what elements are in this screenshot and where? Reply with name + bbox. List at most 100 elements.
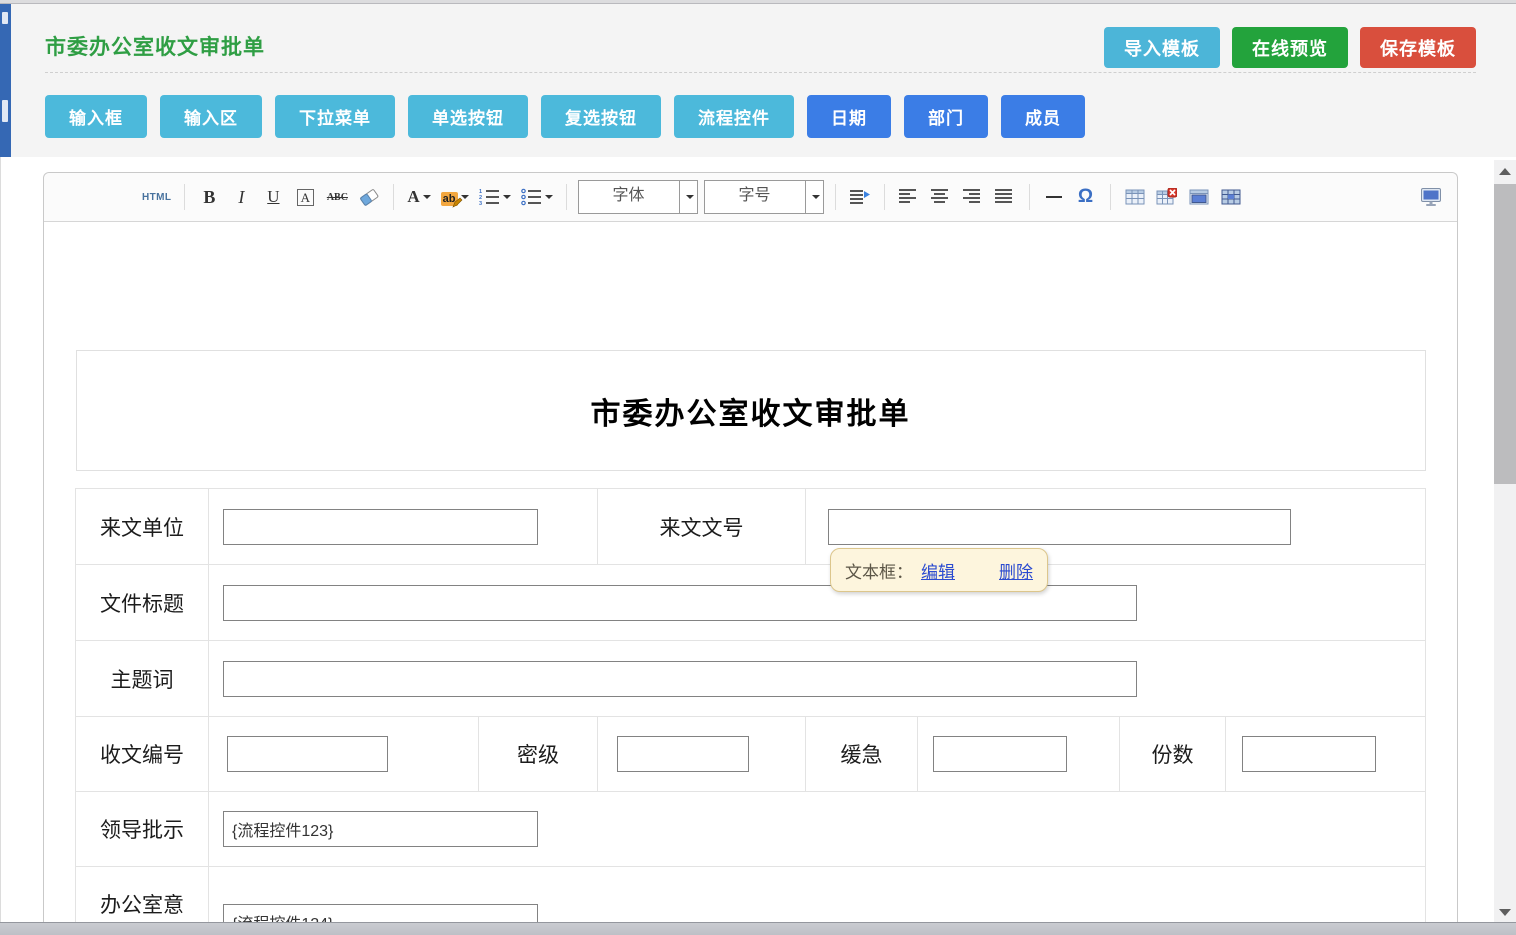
field-cell	[1226, 717, 1426, 792]
align-center-button[interactable]	[928, 183, 954, 211]
insert-table-button[interactable]	[1122, 183, 1148, 211]
strikethrough-button[interactable]: ABC	[324, 183, 350, 211]
paragraph-indent-button[interactable]	[847, 183, 873, 211]
field-label-lingdao-pishi: 领导批示	[76, 792, 209, 867]
chevron-down-icon	[812, 195, 820, 199]
table-row: 领导批示	[76, 792, 1426, 867]
align-left-icon	[899, 188, 919, 206]
highlight-color-button[interactable]: ab	[439, 183, 471, 211]
unordered-list-button[interactable]	[519, 183, 555, 211]
toolbar-separator	[835, 184, 836, 210]
widget-button-flow-control[interactable]: 流程控件	[674, 95, 794, 138]
field-cell	[209, 792, 1426, 867]
font-family-select-arrow[interactable]	[679, 181, 697, 213]
field-cell	[918, 717, 1120, 792]
table-properties-icon	[1189, 188, 1209, 206]
font-frame-button[interactable]: A	[292, 183, 318, 211]
chevron-down-icon	[423, 195, 431, 199]
left-tab-glyph-fragment	[2, 100, 8, 122]
field-cell	[209, 489, 598, 565]
pencil-icon	[452, 197, 463, 208]
fullscreen-button[interactable]	[1417, 183, 1445, 211]
widget-button-department[interactable]: 部门	[904, 95, 988, 138]
paragraph-indent-icon	[850, 188, 870, 206]
editor-body[interactable]: 市委办公室收文审批单 来文单位 来文文号 文件标题	[44, 222, 1457, 923]
toolbar-separator	[884, 184, 885, 210]
cell-properties-icon	[1221, 188, 1241, 206]
strikethrough-icon: ABC	[327, 192, 348, 203]
ordered-list-icon: 1 2 3	[479, 188, 500, 206]
scrollbar-thumb[interactable]	[1494, 184, 1516, 484]
align-justify-button[interactable]	[992, 183, 1018, 211]
field-cell	[209, 717, 479, 792]
html-source-button[interactable]: HTML	[140, 183, 173, 211]
table-row: 来文单位 来文文号	[76, 489, 1426, 565]
widget-button-textarea[interactable]: 输入区	[160, 95, 262, 138]
cell-properties-button[interactable]	[1218, 183, 1244, 211]
special-character-button[interactable]: Ω	[1073, 183, 1099, 211]
font-family-select[interactable]: 字体	[578, 180, 698, 214]
align-center-icon	[931, 188, 951, 206]
toolbar-separator	[1110, 184, 1111, 210]
italic-button[interactable]: I	[228, 183, 254, 211]
remove-format-button[interactable]	[356, 183, 382, 211]
monitor-icon	[1419, 187, 1443, 208]
align-right-button[interactable]	[960, 183, 986, 211]
zhutici-input[interactable]	[223, 661, 1137, 697]
bangongshi-yijian-input[interactable]	[223, 904, 538, 924]
laiwen-wenhao-input[interactable]	[828, 509, 1291, 545]
widget-button-member[interactable]: 成员	[1001, 95, 1085, 138]
highlight-color-icon: ab	[441, 190, 458, 205]
huanji-input[interactable]	[933, 736, 1067, 772]
form-title-box: 市委办公室收文审批单	[76, 350, 1426, 471]
underline-button[interactable]: U	[260, 183, 286, 211]
save-template-button[interactable]: 保存模板	[1360, 27, 1476, 68]
edit-link[interactable]: 编辑	[921, 558, 955, 583]
widget-button-date[interactable]: 日期	[807, 95, 891, 138]
horizontal-rule-button[interactable]	[1041, 183, 1067, 211]
lingdao-pishi-input[interactable]	[223, 811, 538, 847]
left-edge-panel-tab[interactable]	[0, 4, 11, 157]
table-row: 主题词	[76, 641, 1426, 717]
delete-table-icon	[1156, 188, 1177, 206]
widget-button-dropdown[interactable]: 下拉菜单	[275, 95, 395, 138]
online-preview-button[interactable]: 在线预览	[1232, 27, 1348, 68]
vertical-scrollbar[interactable]	[1494, 160, 1516, 923]
widget-button-checkbox[interactable]: 复选按钮	[541, 95, 661, 138]
triangle-down-icon	[1499, 909, 1511, 916]
field-label-laiwen-wenhao: 来文文号	[598, 489, 806, 565]
content-area: HTML B I U A ABC A	[0, 157, 1494, 923]
table-row: 收文编号 密级 缓急 份数	[76, 717, 1426, 792]
ordered-list-button[interactable]: 1 2 3	[477, 183, 513, 211]
delete-table-button[interactable]	[1154, 183, 1180, 211]
widget-button-radio[interactable]: 单选按钮	[408, 95, 528, 138]
scroll-down-arrow[interactable]	[1494, 903, 1516, 921]
html-source-icon: HTML	[142, 192, 171, 203]
toolbar-separator	[184, 184, 185, 210]
dashed-divider	[45, 72, 1476, 73]
chevron-down-icon	[545, 195, 553, 199]
import-template-button[interactable]: 导入模板	[1104, 27, 1220, 68]
shouwen-bianhao-input[interactable]	[227, 736, 388, 772]
chevron-down-icon	[686, 195, 694, 199]
header: 市委办公室收文审批单 导入模板 在线预览 保存模板 输入框 输入区 下拉菜单 单…	[0, 3, 1516, 157]
field-label-miji: 密级	[479, 717, 598, 792]
italic-icon: I	[238, 187, 244, 208]
widget-button-input-box[interactable]: 输入框	[45, 95, 147, 138]
miji-input[interactable]	[617, 736, 749, 772]
align-left-button[interactable]	[896, 183, 922, 211]
table-properties-button[interactable]	[1186, 183, 1212, 211]
align-justify-icon	[995, 188, 1015, 206]
delete-link[interactable]: 删除	[999, 558, 1033, 583]
font-size-select[interactable]: 字号	[704, 180, 824, 214]
font-color-button[interactable]: A	[405, 183, 432, 211]
triangle-up-icon	[1499, 168, 1511, 175]
table-row: 文件标题	[76, 565, 1426, 641]
eraser-icon	[358, 187, 380, 207]
scroll-up-arrow[interactable]	[1494, 162, 1516, 180]
bold-button[interactable]: B	[196, 183, 222, 211]
fenshu-input[interactable]	[1242, 736, 1376, 772]
laiwen-danwei-input[interactable]	[223, 509, 538, 545]
textbox-context-tooltip: 文本框： 编辑 删除	[830, 548, 1048, 592]
font-size-select-arrow[interactable]	[805, 181, 823, 213]
